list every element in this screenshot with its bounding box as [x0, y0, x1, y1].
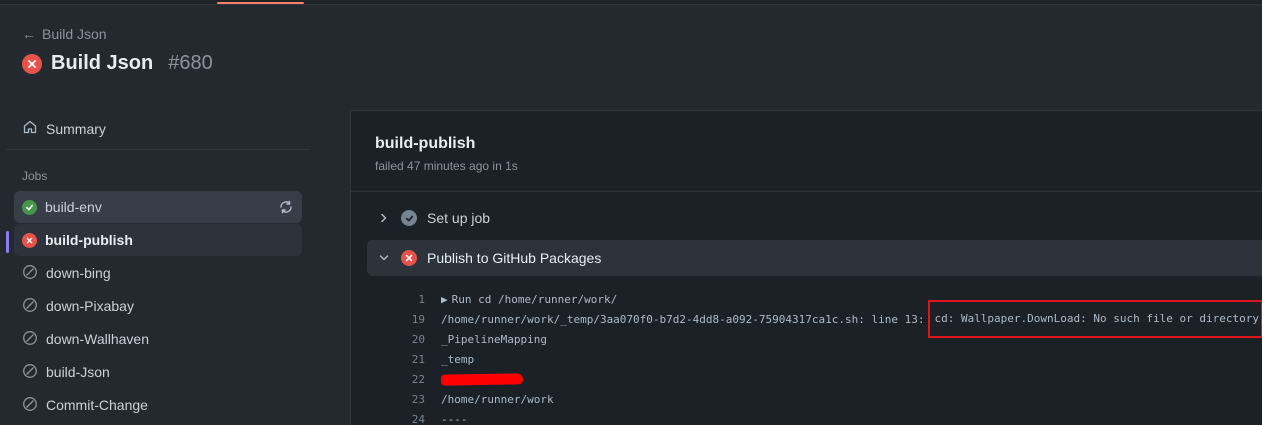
job-label: build-Json [46, 364, 110, 380]
line-number: 23 [411, 392, 425, 406]
skipped-icon [22, 363, 38, 382]
check-circle-icon [22, 199, 37, 215]
back-link[interactable]: ← Build Json [22, 26, 107, 42]
skipped-icon [22, 330, 38, 349]
step-log: 1 ▶ Run cd /home/runner/work/ 19 /home/r… [393, 289, 1262, 425]
workflow-title: Build Json [51, 52, 154, 74]
top-nav-bar [0, 0, 1262, 5]
step-set-up-job[interactable]: Set up job [367, 200, 1262, 236]
job-detail-panel: build-publish failed 47 minutes ago in 1… [350, 110, 1262, 425]
jobs-heading: Jobs [22, 169, 48, 183]
line-number: 22 [411, 372, 425, 386]
summary-label: Summary [46, 120, 106, 137]
log-line: 19 /home/runner/work/_temp/3aa070f0-b7d2… [393, 300, 1262, 338]
job-label: down-Pixabay [46, 298, 134, 314]
chevron-down-icon [367, 250, 397, 266]
job-label: down-Wallhaven [46, 331, 149, 347]
line-number: 21 [411, 352, 425, 366]
job-status-text: failed 47 minutes ago in 1s [375, 159, 518, 173]
job-down-pixabay[interactable]: down-Pixabay [14, 290, 302, 322]
sync-icon[interactable] [278, 199, 294, 218]
back-link-label: Build Json [42, 26, 107, 42]
job-down-wallhaven[interactable]: down-Wallhaven [14, 323, 302, 355]
job-label: build-publish [45, 232, 133, 248]
check-circle-icon [397, 210, 427, 226]
skipped-icon [22, 264, 38, 283]
chevron-right-icon [367, 210, 397, 226]
page-title: Build Json #680 [22, 52, 213, 75]
log-line: 23 /home/runner/work [393, 389, 1262, 409]
log-line: 20 _PipelineMapping [393, 329, 1262, 349]
job-label: down-bing [46, 265, 111, 281]
log-line: 24 ---- [393, 409, 1262, 425]
sidebar-divider [6, 149, 310, 150]
log-text: Run cd /home/runner/work/ [451, 292, 618, 306]
step-label: Publish to GitHub Packages [427, 250, 602, 266]
job-build-env[interactable]: build-env [14, 191, 302, 223]
job-build-json[interactable]: build-Json [14, 356, 302, 388]
x-circle-icon [22, 53, 42, 74]
job-label: build-env [45, 199, 102, 215]
line-number: 20 [411, 332, 425, 346]
log-text: /home/runner/work/_temp/3aa070f0-b7d2-4d… [441, 312, 925, 326]
step-publish-to-github-packages[interactable]: Publish to GitHub Packages [367, 240, 1262, 276]
skipped-icon [22, 297, 38, 316]
job-build-publish[interactable]: build-publish [14, 224, 302, 256]
home-icon [22, 119, 38, 138]
log-text: _PipelineMapping [441, 332, 547, 346]
selected-indicator [6, 231, 9, 253]
redaction-scribble [440, 372, 524, 386]
triangle-right-icon[interactable]: ▶ [441, 293, 448, 306]
x-circle-icon [397, 250, 427, 266]
error-text: cd: Wallpaper.DownLoad: No such file or … [934, 312, 1259, 325]
log-text: ---- [441, 412, 468, 425]
x-circle-icon [22, 232, 37, 248]
sidebar-item-summary[interactable]: Summary [22, 119, 106, 138]
arrow-left-icon: ← [22, 26, 36, 42]
run-number: #680 [168, 52, 213, 74]
line-number: 19 [411, 312, 425, 326]
skipped-icon [22, 396, 38, 415]
line-number: 24 [411, 412, 425, 425]
job-commit-change[interactable]: Commit-Change [14, 389, 302, 421]
line-number: 1 [418, 292, 425, 306]
job-down-bing[interactable]: down-bing [14, 257, 302, 289]
job-label: Commit-Change [46, 397, 148, 413]
log-text: /home/runner/work [441, 392, 554, 406]
active-tab-underline [217, 2, 304, 4]
log-line: 21 _temp [393, 349, 1262, 369]
log-text: _temp [441, 352, 475, 366]
log-line: 22 [393, 369, 1262, 389]
panel-divider [351, 191, 1262, 192]
step-label: Set up job [427, 210, 491, 226]
job-title: build-publish [375, 135, 476, 152]
